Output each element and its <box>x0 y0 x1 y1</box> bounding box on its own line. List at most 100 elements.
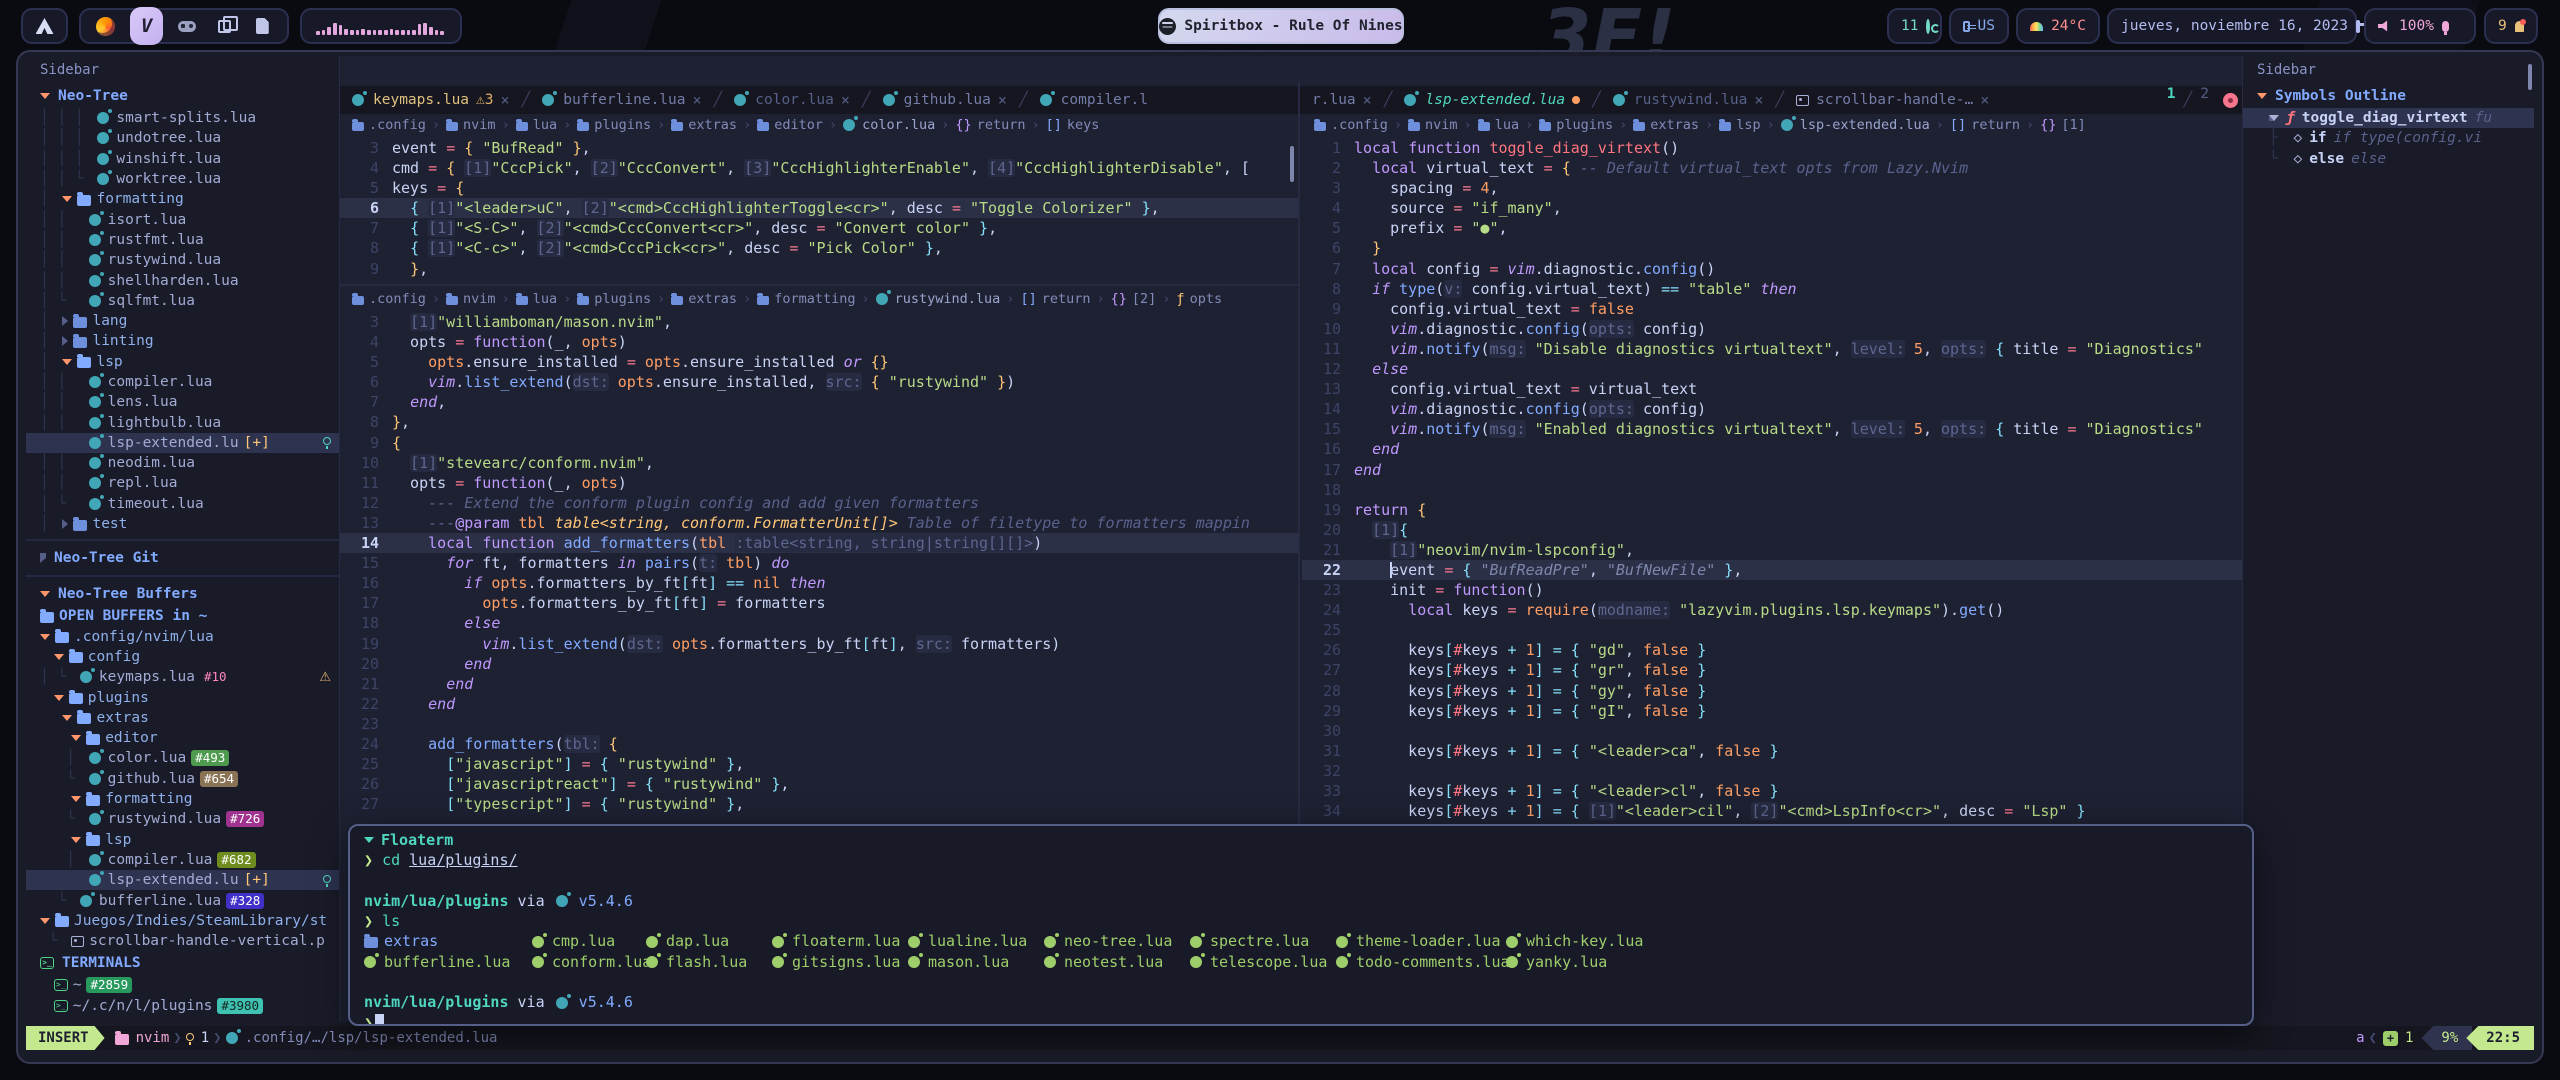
editor-window-lsp-extended-lua[interactable]: 1local function toggle_diag_virtext()2 l… <box>1302 138 2248 826</box>
terminal-line[interactable]: ❯ <box>364 1013 2252 1026</box>
tab-close-icon[interactable]: × <box>841 91 850 109</box>
date-widget[interactable]: jueves, noviembre 16, 2023 <box>2107 8 2357 44</box>
gamepad-icon[interactable] <box>175 11 200 41</box>
code-line[interactable]: 4 opts = function(_, opts) <box>340 332 1298 352</box>
terminal-line[interactable]: extrascmp.luadap.luafloaterm.lualualine.… <box>364 931 2252 951</box>
tree-row[interactable]: │ │ rustfmt.lua <box>26 230 339 250</box>
code-line[interactable]: 34 keys[#keys + 1] = { [1]"<leader>cil",… <box>1302 801 2248 821</box>
file-listing-item[interactable]: mason.lua <box>908 952 1044 972</box>
code-line[interactable]: 27 ["typescript"] = { "rustywind" }, <box>340 794 1298 814</box>
tree-row[interactable]: │ └ timeout.lua <box>26 494 339 514</box>
keyboard-layout-widget[interactable]: US <box>1949 8 2009 44</box>
terminal-line[interactable]: nvim/lua/plugins via v5.4.6 <box>364 992 2252 1012</box>
code-line[interactable]: 22 event = { "BufReadPre", "BufNewFile" … <box>1302 560 2248 580</box>
section-header-neo-tree-buffers[interactable]: Neo-Tree Buffers <box>26 582 339 606</box>
code-line[interactable]: 13 config.virtual_text = virtual_text <box>1302 379 2248 399</box>
code-line[interactable]: 6 } <box>1302 238 2248 258</box>
tab-close-icon[interactable]: × <box>998 91 1007 109</box>
code-line[interactable]: 9 }, <box>340 259 1298 279</box>
breadcrumb-item[interactable]: {}return <box>955 117 1025 133</box>
breadcrumb-item[interactable]: formatting <box>757 291 855 307</box>
tree-row[interactable]: lsp <box>26 830 339 850</box>
tree-row[interactable]: >_~#2859 <box>26 975 339 995</box>
tree-row[interactable]: │ │ compiler.lua <box>26 372 339 392</box>
tree-row[interactable]: │ │ isort.lua <box>26 209 339 229</box>
code-line[interactable]: 15 vim.notify(msg: "Enabled diagnostics … <box>1302 419 2248 439</box>
file-listing-item[interactable]: telescope.lua <box>1190 952 1336 972</box>
tree-row[interactable]: │ │ lsp-extended.lu[+] <box>26 433 339 453</box>
code-line[interactable]: 27 keys[#keys + 1] = { "gr", false } <box>1302 660 2248 680</box>
updates-widget[interactable]: 11 <box>1887 8 1942 44</box>
code-line[interactable]: 18 else <box>340 613 1298 633</box>
tree-row[interactable]: │ formatting <box>26 189 339 209</box>
code-line[interactable]: 31 keys[#keys + 1] = { "<leader>ca", fal… <box>1302 741 2248 761</box>
code-line[interactable]: 3 [1]"williamboman/mason.nvim", <box>340 312 1298 332</box>
code-line[interactable]: 28 keys[#keys + 1] = { "gy", false } <box>1302 681 2248 701</box>
file-listing-item[interactable]: yanky.lua <box>1506 952 1656 972</box>
windows-icon[interactable] <box>212 11 237 41</box>
code-line[interactable]: 14 vim.diagnostic.config(opts: config) <box>1302 399 2248 419</box>
code-line[interactable]: 4 source = "if_many", <box>1302 198 2248 218</box>
breadcrumb-item[interactable]: editor <box>757 117 823 133</box>
code-line[interactable]: 3 spacing = 4, <box>1302 178 2248 198</box>
tree-row[interactable]: │ │ │ undotree.lua <box>26 128 339 148</box>
code-line[interactable]: 4cmd = { [1]"CccPick", [2]"CccConvert", … <box>340 158 1298 178</box>
tree-row[interactable]: │ │ │ smart-splits.lua <box>26 108 339 128</box>
tree-row[interactable]: Juegos/Indies/SteamLibrary/st <box>26 911 339 931</box>
code-line[interactable]: 17 opts.formatters_by_ft[ft] = formatter… <box>340 593 1298 613</box>
symbol-item[interactable]: ├ ◇ifif type(config.vi <box>2243 128 2534 148</box>
code-line[interactable]: 1local function toggle_diag_virtext() <box>1302 138 2248 158</box>
breadcrumb-item[interactable]: ƒopts <box>1176 291 1222 307</box>
close-all-icon[interactable] <box>2223 93 2238 108</box>
code-line[interactable]: 2 local virtual_text = { -- Default virt… <box>1302 158 2248 178</box>
file-listing-item[interactable]: bufferline.lua <box>364 952 532 972</box>
file-listing-item[interactable]: neo-tree.lua <box>1044 931 1190 951</box>
file-listing-item[interactable]: gitsigns.lua <box>772 952 908 972</box>
tab-compiler-l[interactable]: compiler.l <box>1028 86 1160 114</box>
code-line[interactable]: 14 local function add_formatters(tbl :ta… <box>340 533 1298 553</box>
breadcrumb-item[interactable]: plugins <box>577 291 651 307</box>
tree-row[interactable]: │ lang <box>26 311 339 331</box>
tab-close-icon[interactable]: × <box>1363 91 1372 109</box>
tab-close-icon[interactable]: × <box>692 91 701 109</box>
code-line[interactable]: 26 ["javascriptreact"] = { "rustywind" }… <box>340 774 1298 794</box>
code-line[interactable]: 23 <box>340 714 1298 734</box>
tree-row[interactable]: │ │ lens.lua <box>26 392 339 412</box>
breadcrumb-item[interactable]: lsp <box>1719 117 1760 133</box>
tree-row[interactable]: .config/nvim/lua <box>26 627 339 647</box>
code-line[interactable]: 24 local keys = require(modname: "lazyvi… <box>1302 600 2248 620</box>
code-line[interactable]: 3event = { "BufRead" }, <box>340 138 1298 158</box>
tab-bufferline-lua[interactable]: bufferline.lua× <box>530 86 713 114</box>
code-line[interactable]: 20 end <box>340 654 1298 674</box>
code-line[interactable]: 10 [1]"stevearc/conform.nvim", <box>340 453 1298 473</box>
file-listing-item[interactable]: spectre.lua <box>1190 931 1336 951</box>
firefox-icon[interactable] <box>93 11 118 41</box>
breadcrumb-item[interactable]: lua <box>1478 117 1519 133</box>
section-header-neo-tree[interactable]: Neo-Tree <box>26 84 339 108</box>
breadcrumb-item[interactable]: extras <box>671 291 737 307</box>
code-line[interactable]: 12 --- Extend the conform plugin config … <box>340 493 1298 513</box>
code-line[interactable]: 7 { [1]"<S-C>", [2]"<cmd>CccConvert<cr>"… <box>340 218 1298 238</box>
now-playing-widget[interactable]: Spiritbox - Rule Of Nines <box>1158 8 1404 44</box>
tree-row[interactable]: editor <box>26 728 339 748</box>
code-line[interactable]: 29 keys[#keys + 1] = { "gI", false } <box>1302 701 2248 721</box>
breadcrumb-item[interactable]: lua <box>516 117 557 133</box>
file-listing-item[interactable]: lualine.lua <box>908 931 1044 951</box>
editor-window-color-lua[interactable]: 3event = { "BufRead" },4cmd = { [1]"CccP… <box>340 138 1298 280</box>
tree-row[interactable]: │ test <box>26 514 339 534</box>
tab-color-lua[interactable]: color.lua× <box>722 86 862 114</box>
tab-lsp-extended-lua[interactable]: lsp-extended.lua <box>1392 86 1592 114</box>
tab-rustywind-lua[interactable]: rustywind.lua× <box>1601 86 1776 114</box>
code-line[interactable]: 25 ["javascript"] = { "rustywind" }, <box>340 754 1298 774</box>
tree-row[interactable]: │ │ └ worktree.lua <box>26 169 339 189</box>
terminal-line[interactable] <box>364 972 2252 992</box>
tab-close-icon[interactable]: × <box>501 91 510 109</box>
terminal-line[interactable] <box>364 871 2252 891</box>
section-header-terminals[interactable]: >_TERMINALS <box>26 951 339 975</box>
tree-row[interactable]: config <box>26 647 339 667</box>
window-split[interactable] <box>340 284 1298 286</box>
tree-row[interactable]: │ compiler.lua#682 <box>26 850 339 870</box>
code-line[interactable]: 18 <box>1302 480 2248 500</box>
code-line[interactable]: 24 add_formatters(tbl: { <box>340 734 1298 754</box>
scrollbar-handle[interactable] <box>2528 64 2532 90</box>
